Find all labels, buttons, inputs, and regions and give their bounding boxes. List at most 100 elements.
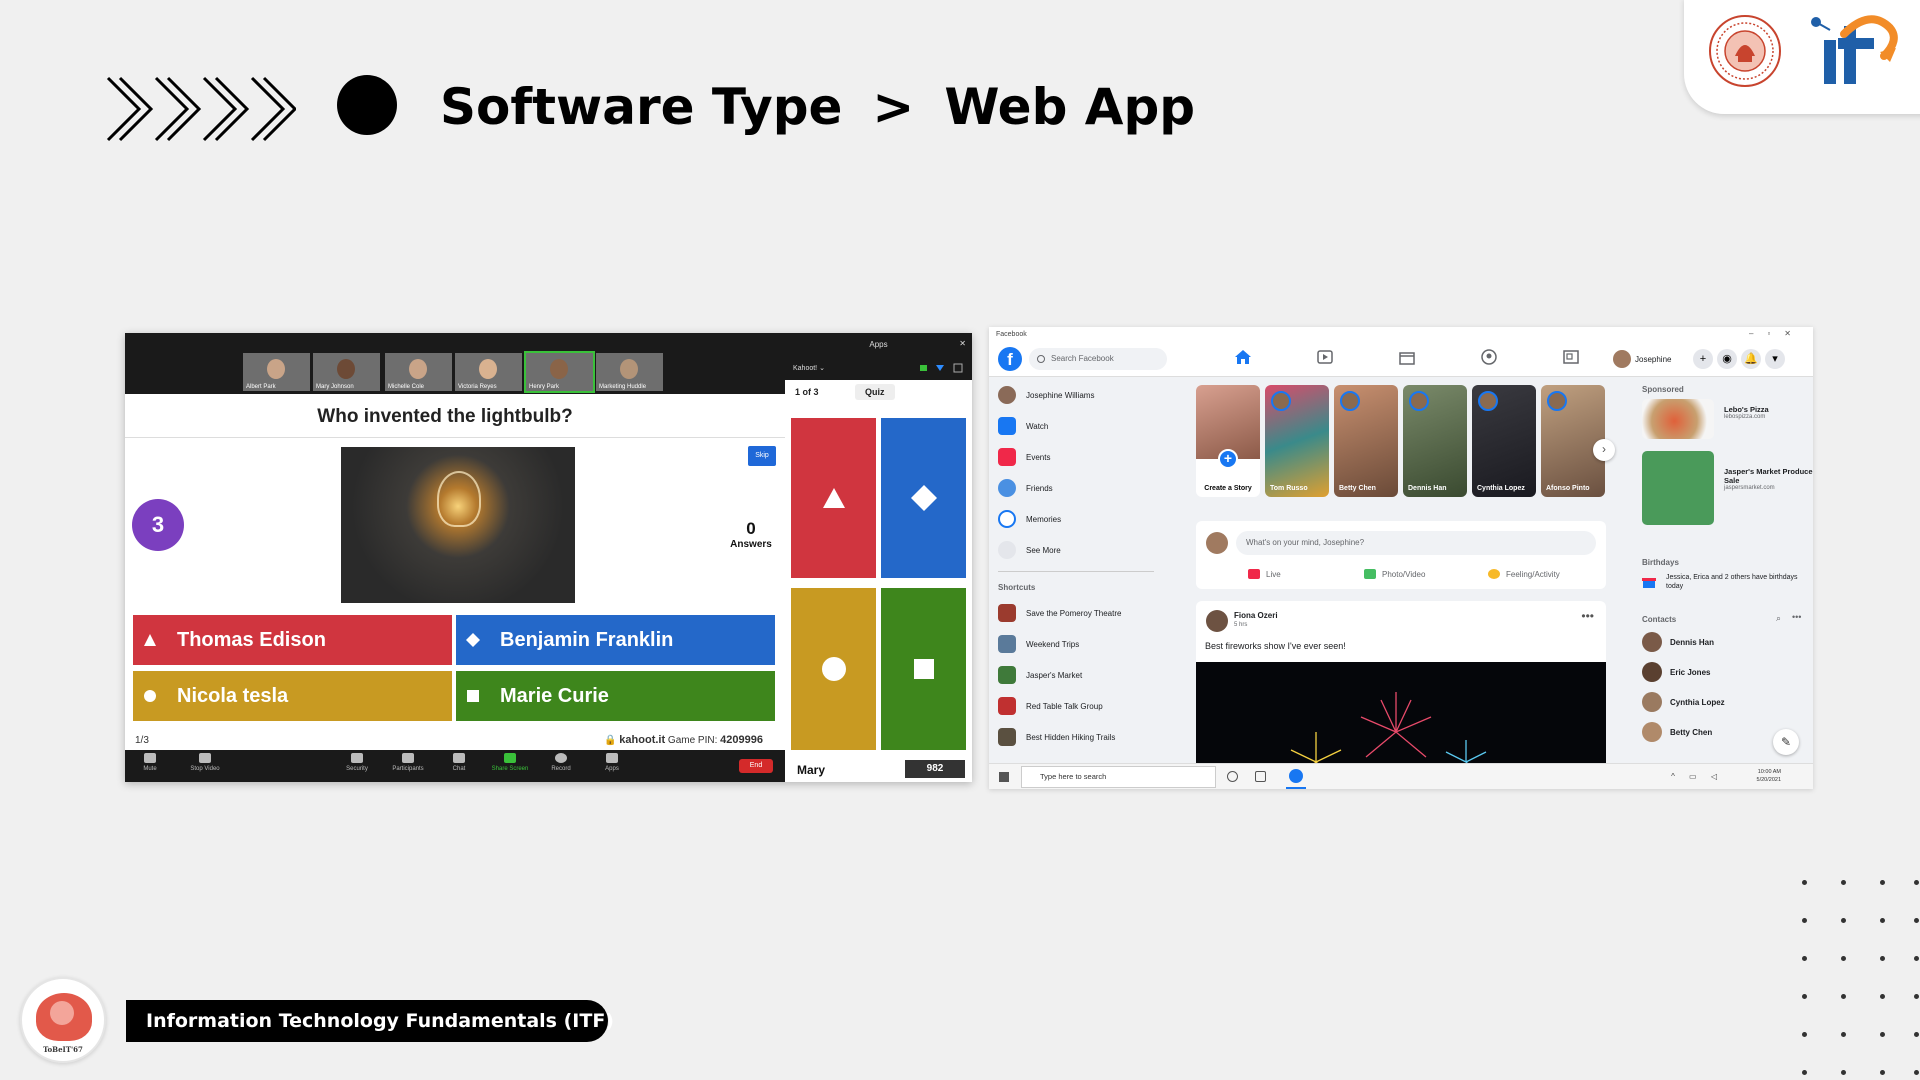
search-input[interactable]: Search Facebook xyxy=(1029,348,1167,370)
facebook-logo-icon[interactable]: f xyxy=(998,347,1022,371)
create-plus-icon[interactable]: + xyxy=(1693,349,1713,369)
answer-option-square[interactable]: Marie Curie xyxy=(456,671,775,721)
more-options-icon[interactable]: ••• xyxy=(1581,609,1594,623)
shortcut-item[interactable]: Save the Pomeroy Theatre xyxy=(998,603,1121,623)
record-button[interactable]: Record xyxy=(536,753,586,772)
apps-button[interactable]: Apps xyxy=(587,753,637,772)
story-card[interactable]: Dennis Han xyxy=(1403,385,1467,497)
control-label: Participants xyxy=(392,766,424,772)
participant-thumb[interactable]: Marketing Huddle xyxy=(596,353,663,391)
diamond-icon xyxy=(910,485,937,511)
close-icon[interactable]: ✕ xyxy=(959,339,966,348)
square-icon xyxy=(467,690,479,702)
clock-icon xyxy=(998,510,1016,528)
shortcut-item[interactable]: Jasper's Market xyxy=(998,665,1082,685)
participant-name: Mary Johnson xyxy=(316,384,354,390)
participants-button[interactable]: Participants xyxy=(383,753,433,772)
dot xyxy=(1841,956,1846,961)
mute-button[interactable]: Mute xyxy=(125,753,175,772)
sidebar-item-profile[interactable]: Josephine Williams xyxy=(998,385,1094,405)
dot xyxy=(1841,1070,1846,1075)
sidebar-item-see-more[interactable]: See More xyxy=(998,540,1061,560)
cortana-icon[interactable] xyxy=(1227,771,1238,782)
feeling-activity-button[interactable]: Feeling/Activity xyxy=(1488,569,1560,579)
answer-option-triangle[interactable]: Thomas Edison xyxy=(133,615,452,665)
windows-start-icon[interactable] xyxy=(999,772,1009,782)
kahoot-app-selector[interactable]: Kahoot! ⌄ xyxy=(793,364,825,372)
end-meeting-button[interactable]: End xyxy=(739,759,773,773)
chat-bubble-icon xyxy=(453,753,465,763)
taskbar-search-input[interactable]: Type here to search xyxy=(1021,766,1216,788)
marketplace-icon[interactable] xyxy=(1397,349,1417,365)
answer-tile-triangle[interactable] xyxy=(791,418,876,578)
live-video-button[interactable]: Live xyxy=(1248,569,1281,579)
window-controls[interactable]: –▫✕ xyxy=(1749,329,1805,338)
chat-button[interactable]: Chat xyxy=(434,753,484,772)
share-screen-button[interactable]: Share Screen xyxy=(485,753,535,772)
birthdays-notice[interactable]: Jessica, Erica and 2 others have birthda… xyxy=(1642,573,1806,591)
control-label: Stop Video xyxy=(190,766,220,772)
skip-button[interactable]: Skip xyxy=(748,446,776,466)
tobeit-logo: ToBeIT'67 xyxy=(20,977,106,1063)
system-tray-icons[interactable]: ^ ▭ ◁ xyxy=(1671,772,1723,781)
create-story-card[interactable]: + Create a Story xyxy=(1196,385,1260,497)
dot xyxy=(1914,1070,1919,1075)
new-message-edit-icon[interactable]: ✎ xyxy=(1773,729,1799,755)
answer-option-diamond[interactable]: Benjamin Franklin xyxy=(456,615,775,665)
security-button[interactable]: Security xyxy=(332,753,382,772)
participant-thumb[interactable]: Michelle Cole xyxy=(385,353,452,391)
shortcut-item[interactable]: Red Table Talk Group xyxy=(998,696,1103,716)
contact-item[interactable]: Dennis Han xyxy=(1642,632,1714,652)
pin-label: Game PIN: xyxy=(667,735,718,746)
search-icon[interactable]: ⌕ xyxy=(1776,613,1781,624)
story-card[interactable]: Afonso Pinto xyxy=(1541,385,1605,497)
stories-next-chevron-icon[interactable]: › xyxy=(1593,439,1615,461)
contact-item[interactable]: Cynthia Lopez xyxy=(1642,692,1725,712)
story-caption: Tom Russo xyxy=(1270,485,1308,492)
story-card[interactable]: Betty Chen xyxy=(1334,385,1398,497)
groups-icon[interactable] xyxy=(1479,349,1499,365)
avatar xyxy=(998,386,1016,404)
story-card[interactable]: Tom Russo xyxy=(1265,385,1329,497)
task-view-icon[interactable] xyxy=(1255,771,1266,782)
composer-input[interactable]: What's on your mind, Josephine? xyxy=(1236,531,1596,555)
sidebar-item-label: Events xyxy=(1026,452,1051,462)
sidebar-item-events[interactable]: Events xyxy=(998,447,1050,467)
shortcut-item[interactable]: Weekend Trips xyxy=(998,634,1079,654)
taskbar-clock[interactable]: 10:00 AM 5/20/2021 xyxy=(1757,768,1781,784)
countdown-timer: 3 xyxy=(132,499,184,551)
sidebar-item-friends[interactable]: Friends xyxy=(998,478,1053,498)
home-icon[interactable] xyxy=(1233,349,1253,365)
notifications-bell-icon[interactable]: 🔔 xyxy=(1741,349,1761,369)
post-author[interactable]: Fiona Ozeri xyxy=(1234,611,1278,620)
photo-icon xyxy=(1364,569,1376,579)
participant-thumb[interactable]: Albert Park xyxy=(243,353,310,391)
sponsored-ad[interactable]: Lebo's Pizza lebospizza.com xyxy=(1642,399,1769,439)
participant-thumb[interactable]: Victoria Reyes xyxy=(455,353,522,391)
answer-option-circle[interactable]: Nicola tesla xyxy=(133,671,452,721)
story-card[interactable]: Cynthia Lopez xyxy=(1472,385,1536,497)
stop-video-button[interactable]: Stop Video xyxy=(180,753,230,772)
gaming-icon[interactable] xyxy=(1561,349,1581,365)
facebook-app-icon[interactable] xyxy=(1286,769,1306,789)
photo-video-button[interactable]: Photo/Video xyxy=(1364,569,1425,579)
participant-thumb[interactable]: Mary Johnson xyxy=(313,353,380,391)
contact-item[interactable]: Eric Jones xyxy=(1642,662,1710,682)
participant-face xyxy=(620,359,638,379)
sidebar-item-watch[interactable]: Watch xyxy=(998,416,1048,436)
answer-tile-diamond[interactable] xyxy=(881,418,966,578)
participant-thumb-active[interactable]: Henry Park xyxy=(524,351,595,393)
profile-link[interactable]: Josephine xyxy=(1613,350,1671,368)
question-text: Who invented the lightbulb? xyxy=(317,406,573,427)
messenger-icon[interactable]: ◉ xyxy=(1717,349,1737,369)
contact-item[interactable]: Betty Chen xyxy=(1642,722,1712,742)
answer-tile-square[interactable] xyxy=(881,588,966,750)
account-menu-chevron-icon[interactable]: ▾ xyxy=(1765,349,1785,369)
dot xyxy=(1914,956,1919,961)
watch-icon[interactable] xyxy=(1315,349,1335,365)
answer-tile-circle[interactable] xyxy=(791,588,876,750)
sidebar-item-memories[interactable]: Memories xyxy=(998,509,1061,529)
sponsored-ad[interactable]: Jasper's Market Produce Sale jaspersmarke… xyxy=(1642,451,1813,525)
more-options-icon[interactable]: ••• xyxy=(1792,612,1801,622)
shortcut-item[interactable]: Best Hidden Hiking Trails xyxy=(998,727,1115,747)
